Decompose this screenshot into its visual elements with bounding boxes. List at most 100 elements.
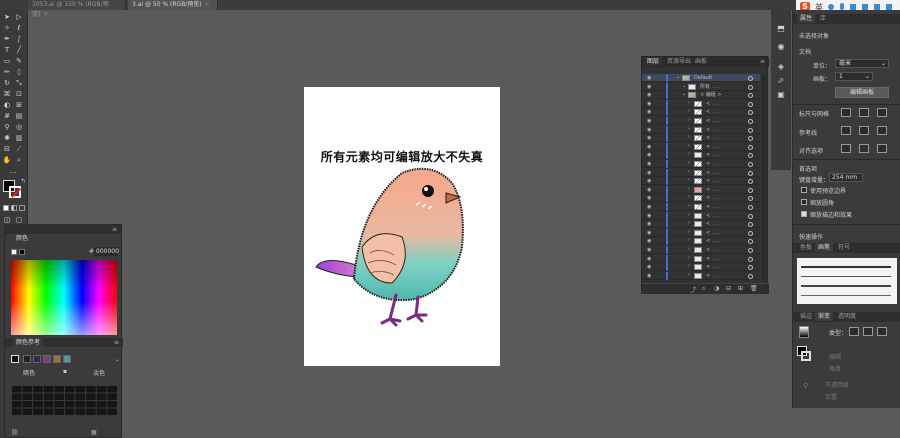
visibility-eye-icon[interactable]: ◉ xyxy=(647,127,651,133)
expand-chevron-icon[interactable]: › xyxy=(688,237,690,243)
color-mode-icon[interactable] xyxy=(3,205,9,211)
layers-scrollbar[interactable] xyxy=(762,74,766,279)
expand-chevron-icon[interactable]: ⌄ xyxy=(676,74,680,80)
paintbrush-tool-icon[interactable]: ✎ xyxy=(14,57,24,66)
tab-stroke[interactable]: 描边 xyxy=(797,312,815,321)
target-circle-icon[interactable] xyxy=(748,153,753,159)
freeform-gradient-icon[interactable] xyxy=(877,327,887,336)
visibility-eye-icon[interactable]: ◉ xyxy=(647,75,651,81)
preview-bounds-checkbox[interactable] xyxy=(801,187,807,193)
layer-row[interactable]: ◉ › < . . . xyxy=(642,237,760,246)
tab-color-guide[interactable]: 颜色参考 xyxy=(13,338,44,347)
tab-libraries[interactable]: 库 xyxy=(817,14,829,23)
type-tool-icon[interactable]: T xyxy=(2,46,12,55)
visibility-eye-icon[interactable]: ◉ xyxy=(647,195,651,201)
target-circle-icon[interactable] xyxy=(748,239,753,245)
target-circle-icon[interactable] xyxy=(748,136,753,142)
target-circle-icon[interactable] xyxy=(748,265,753,271)
tab-properties[interactable]: 属性 xyxy=(797,14,816,23)
visibility-eye-icon[interactable]: ◉ xyxy=(647,144,651,150)
rotate-tool-icon[interactable]: ↻ xyxy=(2,79,12,88)
magic-wand-icon[interactable]: ✧ xyxy=(2,24,12,33)
expand-chevron-icon[interactable]: › xyxy=(688,108,690,114)
expand-chevron-icon[interactable]: ⌄ xyxy=(682,83,686,89)
scale-corners-checkbox[interactable] xyxy=(801,199,807,205)
new-layer-icon[interactable]: ⊞ xyxy=(738,285,743,292)
target-circle-icon[interactable] xyxy=(748,84,753,90)
layer-row[interactable]: ◉ ⌄ < 编组 > xyxy=(642,91,760,100)
target-circle-icon[interactable] xyxy=(748,196,753,202)
smart-guides-icon[interactable] xyxy=(877,126,887,135)
layer-row[interactable]: ◉ ⌄ Default xyxy=(642,74,760,82)
expand-chevron-icon[interactable]: › xyxy=(688,126,690,132)
more-tools-icon[interactable]: … xyxy=(8,167,18,176)
target-circle-icon[interactable] xyxy=(748,119,753,124)
close-icon[interactable]: × xyxy=(43,11,48,18)
target-circle-icon[interactable] xyxy=(748,101,753,107)
target-circle-icon[interactable] xyxy=(748,222,753,228)
layer-row[interactable]: ◉ › < . . . xyxy=(642,177,760,186)
pen-tool-icon[interactable]: ✒ xyxy=(2,35,12,44)
expand-chevron-icon[interactable]: › xyxy=(688,263,690,269)
visibility-eye-icon[interactable]: ◉ xyxy=(647,264,651,270)
export-icon[interactable]: ⤴ xyxy=(690,285,696,294)
expand-chevron-icon[interactable]: › xyxy=(688,143,690,149)
units-select[interactable]: 毫米 ⌄ xyxy=(835,59,889,68)
layer-row[interactable]: ◉ › < . . . xyxy=(642,108,760,117)
target-circle-icon[interactable] xyxy=(748,110,753,116)
visibility-eye-icon[interactable]: ◉ xyxy=(647,161,651,167)
visibility-eye-icon[interactable]: ◉ xyxy=(647,84,651,90)
layer-row[interactable]: ◉ › < . . . xyxy=(642,160,760,168)
mesh-tool-icon[interactable]: # xyxy=(2,112,12,121)
visibility-eye-icon[interactable]: ◉ xyxy=(647,118,651,124)
rectangle-tool-icon[interactable]: ▭ xyxy=(2,57,12,66)
blend-tool-icon[interactable]: ◎ xyxy=(14,123,24,132)
lasso-tool-icon[interactable]: ℓ xyxy=(14,24,24,33)
panel-menu-icon[interactable]: ≡ xyxy=(112,226,117,233)
layer-row[interactable]: ◉ › < . . . xyxy=(642,117,760,125)
base-color-swatch[interactable] xyxy=(11,355,19,363)
layer-row[interactable]: ◉ › < . . . xyxy=(642,228,760,237)
harmony-swatch[interactable] xyxy=(33,355,41,363)
locate-object-icon[interactable]: ⌕ xyxy=(702,285,705,293)
bird-illustration[interactable] xyxy=(304,87,500,366)
layer-row[interactable]: ◉ › < . . . xyxy=(642,151,760,160)
tab-brushes[interactable]: 画笔 xyxy=(815,243,834,252)
layer-row[interactable]: ◉ › < . . . xyxy=(642,271,760,280)
visibility-eye-icon[interactable]: ◉ xyxy=(647,256,651,262)
color-themes-icon[interactable]: ◉ xyxy=(776,42,786,52)
delete-icon[interactable]: 🗑 xyxy=(750,285,758,292)
eyedropper-tool-icon[interactable]: ⚲ xyxy=(2,123,12,132)
layer-row[interactable]: ◉ › < . . . xyxy=(642,168,760,177)
direct-selection-tool-icon[interactable]: ▷ xyxy=(14,13,24,22)
expand-chevron-icon[interactable]: › xyxy=(688,151,690,157)
expand-chevron-icon[interactable]: › xyxy=(688,229,690,235)
visibility-eye-icon[interactable]: ◉ xyxy=(647,213,651,219)
chevron-down-icon[interactable]: ⌄ xyxy=(115,356,120,363)
ruler-toggle-icon[interactable] xyxy=(841,108,851,117)
tab-3[interactable]: 3.ai @ 50 % (RGB/预览) × xyxy=(128,0,218,10)
gradient-swatch[interactable] xyxy=(799,326,809,338)
asset-export-icon[interactable]: ⬀ xyxy=(776,76,786,86)
visibility-eye-icon[interactable]: ◉ xyxy=(647,178,651,184)
shape-builder-tool-icon[interactable]: ◐ xyxy=(2,101,12,110)
visibility-eye-icon[interactable]: ◉ xyxy=(647,238,651,244)
gradient-stroke-icon[interactable] xyxy=(801,351,811,361)
tab-layers[interactable]: 图层 xyxy=(644,57,663,66)
stroke-color-swatch[interactable] xyxy=(9,186,21,198)
swatch-library-icon[interactable]: ▦ xyxy=(91,429,97,436)
color-spectrum[interactable] xyxy=(11,260,117,335)
layer-row[interactable]: ◉ ⌄ 所有 . . . xyxy=(642,82,760,91)
layer-row[interactable]: ◉ › < . . . xyxy=(642,194,760,203)
visibility-eye-icon[interactable]: ◉ xyxy=(647,187,651,193)
clipping-mask-icon[interactable]: ◑ xyxy=(714,285,719,292)
panel-menu-icon[interactable]: ≡ xyxy=(760,58,765,65)
new-sublayer-icon[interactable]: ⊟ xyxy=(726,285,731,292)
scale-strokes-checkbox[interactable] xyxy=(801,211,807,217)
visibility-eye-icon[interactable]: ◉ xyxy=(647,109,651,115)
expand-chevron-icon[interactable]: › xyxy=(688,203,690,209)
layer-row[interactable]: ◉ › < . . . xyxy=(642,220,760,229)
visibility-eye-icon[interactable]: ◉ xyxy=(647,170,651,176)
column-graph-tool-icon[interactable]: ▥ xyxy=(14,134,24,143)
perspective-grid-tool-icon[interactable]: ⊞ xyxy=(14,101,24,110)
